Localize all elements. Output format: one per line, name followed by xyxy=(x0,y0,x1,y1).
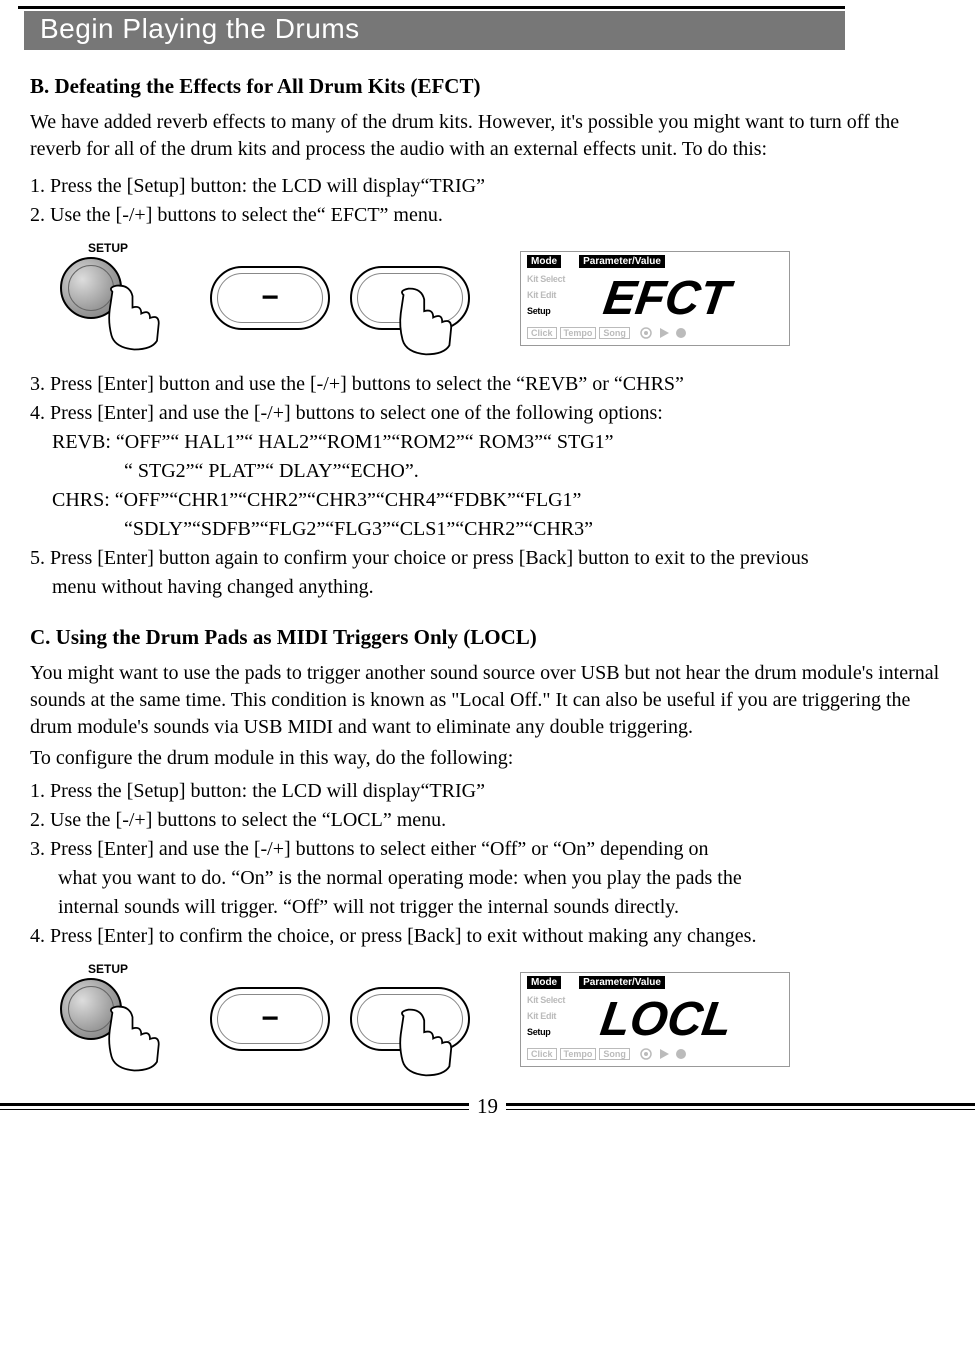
mode-kit-edit: Kit Edit xyxy=(527,1011,589,1021)
lcd-transport-icons xyxy=(639,326,687,340)
lcd-click-label: Click xyxy=(527,1048,557,1060)
section-b-intro: We have added reverb effects to many of … xyxy=(30,109,945,163)
b-step-4: 4. Press [Enter] and use the [-/+] butto… xyxy=(30,400,945,427)
mode-kit-edit: Kit Edit xyxy=(527,290,589,300)
b-revb-line2: “ STG2”“ PLAT”“ DLAY”“ECHO”. xyxy=(30,458,945,485)
lcd-mode-label: Mode xyxy=(527,976,561,989)
section-c-intro2: To configure the drum module in this way… xyxy=(30,745,945,772)
lcd-param-label: Parameter/Value xyxy=(579,255,665,268)
lcd-song-label: Song xyxy=(599,327,630,339)
b-step-5a: 5. Press [Enter] button again to confirm… xyxy=(30,545,945,572)
section-b-heading: B. Defeating the Effects for All Drum Ki… xyxy=(30,74,945,99)
b-step-1: 1. Press the [Setup] button: the LCD wil… xyxy=(30,173,945,200)
lcd-segment-display: EFCT xyxy=(593,270,783,322)
setup-button-illustration: SETUP xyxy=(50,964,190,1074)
lcd-segment-display: LOCL xyxy=(593,991,783,1043)
mode-kit-select: Kit Select xyxy=(527,274,589,284)
minus-icon: − xyxy=(261,1002,279,1036)
plus-icon: + xyxy=(401,1002,419,1036)
c-step-1: 1. Press the [Setup] button: the LCD wil… xyxy=(30,778,945,805)
lcd-transport-icons xyxy=(639,1047,687,1061)
lcd-panel-efct: Mode Parameter/Value Kit Select Kit Edit… xyxy=(520,251,790,346)
lcd-text-efct: EFCT xyxy=(600,271,736,322)
lcd-panel-locl: Mode Parameter/Value Kit Select Kit Edit… xyxy=(520,972,790,1067)
c-step-3b: what you want to do. “On” is the normal … xyxy=(30,865,945,892)
lcd-tempo-label: Tempo xyxy=(560,1048,597,1060)
minus-icon: − xyxy=(261,281,279,315)
plus-icon: + xyxy=(401,281,419,315)
plus-button-illustration: + xyxy=(350,987,470,1051)
page-footer: 19 xyxy=(0,1094,975,1119)
c-step-3c: internal sounds will trigger. “Off” will… xyxy=(30,894,945,921)
lcd-tempo-label: Tempo xyxy=(560,327,597,339)
mode-setup: Setup xyxy=(527,306,589,316)
lcd-mode-label: Mode xyxy=(527,255,561,268)
minus-button-illustration: − xyxy=(210,266,330,330)
b-step-3: 3. Press [Enter] button and use the [-/+… xyxy=(30,371,945,398)
figure-row-efct: SETUP − + Mode Parameter/Value xyxy=(50,243,945,353)
lcd-mode-list: Kit Select Kit Edit Setup xyxy=(527,991,589,1043)
c-step-2: 2. Use the [-/+] buttons to select the “… xyxy=(30,807,945,834)
c-step-4: 4. Press [Enter] to confirm the choice, … xyxy=(30,923,945,950)
setup-button-label: SETUP xyxy=(88,962,128,976)
setup-button-illustration: SETUP xyxy=(50,243,190,353)
lcd-param-label: Parameter/Value xyxy=(579,976,665,989)
page-title: Begin Playing the Drums xyxy=(24,11,845,50)
lcd-song-label: Song xyxy=(599,1048,630,1060)
section-c-heading: C. Using the Drum Pads as MIDI Triggers … xyxy=(30,625,945,650)
b-chrs-line2: “SDLY”“SDFB”“FLG2”“FLG3”“CLS1”“CHR2”“CHR… xyxy=(30,516,945,543)
section-c-intro: You might want to use the pads to trigge… xyxy=(30,660,945,741)
round-button-icon xyxy=(60,257,122,319)
b-step-5b: menu without having changed anything. xyxy=(30,574,945,601)
b-step-2: 2. Use the [-/+] buttons to select the“ … xyxy=(30,202,945,229)
lcd-text-locl: LOCL xyxy=(597,992,735,1043)
minus-button-illustration: − xyxy=(210,987,330,1051)
lcd-click-label: Click xyxy=(527,327,557,339)
b-revb-line1: REVB: “OFF”“ HAL1”“ HAL2”“ROM1”“ROM2”“ R… xyxy=(30,429,945,456)
setup-button-label: SETUP xyxy=(88,241,128,255)
page-number: 19 xyxy=(469,1094,506,1119)
figure-row-locl: SETUP − + Mode Parameter/Value xyxy=(50,964,945,1074)
round-button-icon xyxy=(60,978,122,1040)
mode-setup: Setup xyxy=(527,1027,589,1037)
plus-button-illustration: + xyxy=(350,266,470,330)
b-chrs-line1: CHRS: “OFF”“CHR1”“CHR2”“CHR3”“CHR4”“FDBK… xyxy=(30,487,945,514)
c-step-3a: 3. Press [Enter] and use the [-/+] butto… xyxy=(30,836,945,863)
mode-kit-select: Kit Select xyxy=(527,995,589,1005)
lcd-mode-list: Kit Select Kit Edit Setup xyxy=(527,270,589,322)
